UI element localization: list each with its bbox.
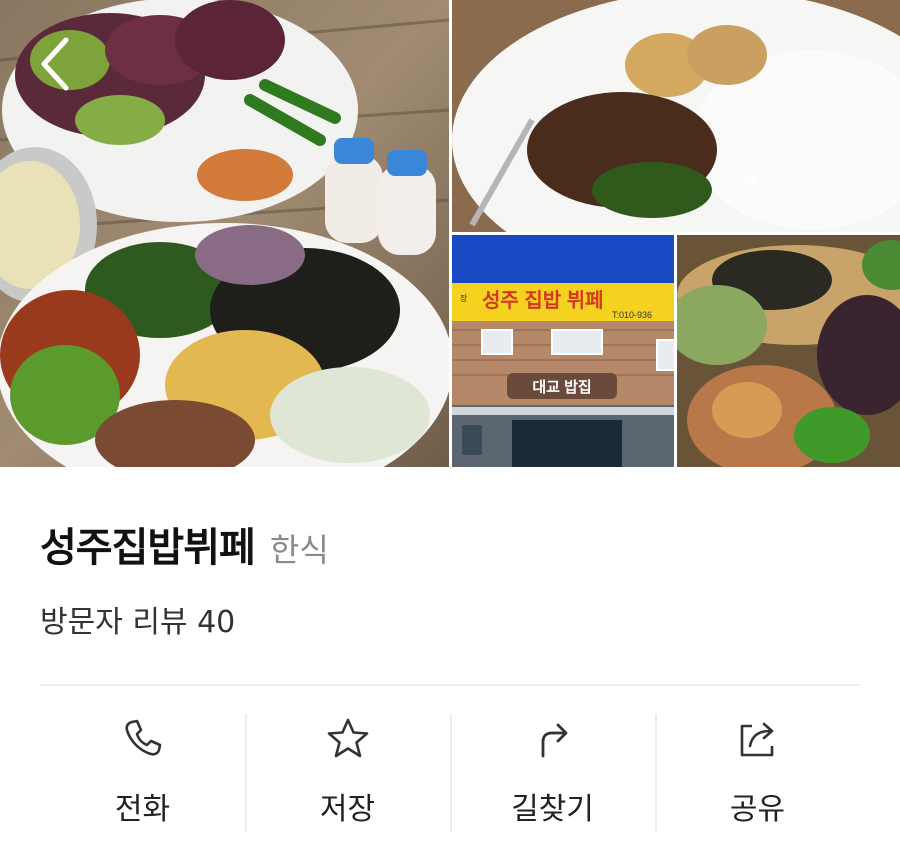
action-bar: 전화 저장 길찾기 공유 <box>40 714 860 832</box>
share-icon <box>740 722 773 757</box>
closeup-food-photo[interactable] <box>677 235 900 467</box>
visitor-review-link[interactable]: 방문자 리뷰 40 <box>40 597 235 641</box>
directions-button[interactable]: 길찾기 <box>450 714 655 832</box>
star-icon <box>327 718 368 758</box>
phone-icon <box>124 719 161 756</box>
directions-label: 길찾기 <box>511 792 594 827</box>
storefront-photo[interactable]: 성주 집밥 뷔페 장 T:010-936 대교 밥집 <box>452 235 674 467</box>
share-button[interactable]: 공유 <box>655 714 860 832</box>
place-info-panel: 성주집밥뷔페 한식 방문자 리뷰 40 전화 저장 길찾기 공유 <box>0 467 900 861</box>
chevron-left-icon <box>41 37 69 91</box>
directions-icon <box>541 723 567 758</box>
save-button[interactable]: 저장 <box>245 714 450 832</box>
sign-phone: T:010-936 <box>612 310 652 320</box>
place-category: 한식 <box>269 531 329 569</box>
save-label: 저장 <box>319 792 376 827</box>
call-label: 전화 <box>114 792 171 827</box>
photo-gallery: my 성주 집밥 뷔페 장 T:010-936 대교 밥집 <box>0 0 900 467</box>
title-row: 성주집밥뷔페 한식 <box>40 515 329 573</box>
share-label: 공유 <box>729 792 786 827</box>
dumpling-rice-photo[interactable]: my <box>452 0 900 232</box>
sign-name: 성주 집밥 뷔페 <box>482 289 604 312</box>
sign-sub: 대교 밥집 <box>532 378 591 396</box>
sign-side-text: 장 <box>460 293 468 303</box>
buffet-plate-photo[interactable] <box>0 0 449 467</box>
call-button[interactable]: 전화 <box>40 714 245 832</box>
place-name: 성주집밥뷔페 <box>40 525 256 571</box>
back-button[interactable] <box>34 34 78 94</box>
divider <box>40 684 860 686</box>
